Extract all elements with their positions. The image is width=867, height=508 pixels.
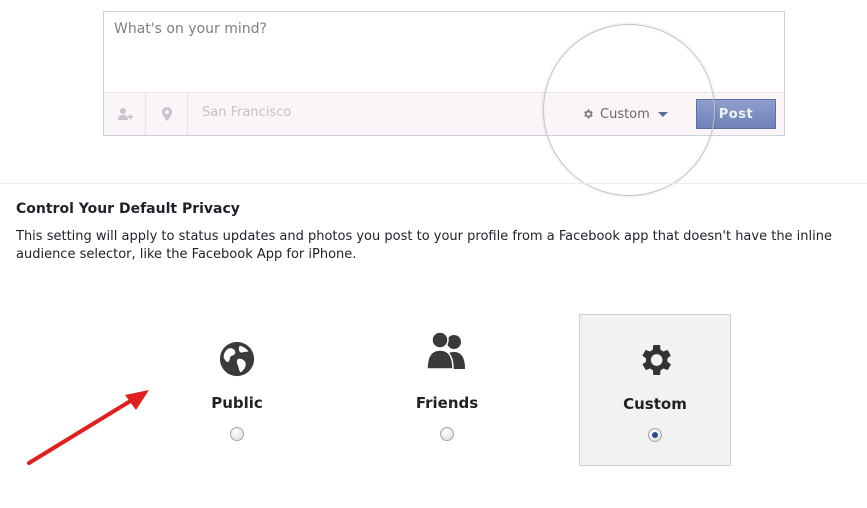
section-title: Control Your Default Privacy bbox=[16, 201, 240, 217]
privacy-option-label: Public bbox=[211, 394, 263, 412]
red-arrow-annotation bbox=[27, 390, 149, 465]
globe-icon bbox=[161, 338, 313, 380]
privacy-option-label: Friends bbox=[415, 394, 479, 412]
add-person-icon[interactable] bbox=[104, 93, 146, 135]
privacy-option-friends[interactable]: Friends bbox=[371, 314, 523, 466]
audience-label: Custom bbox=[600, 106, 650, 122]
audience-selector-button[interactable]: Custom bbox=[582, 103, 668, 125]
friends-icon bbox=[371, 330, 523, 372]
status-composer: What's on your mind? San Francisco Custo… bbox=[103, 11, 785, 136]
section-divider bbox=[0, 183, 867, 184]
privacy-option-custom[interactable]: Custom bbox=[579, 314, 731, 466]
section-description: This setting will apply to status update… bbox=[16, 229, 832, 262]
radio-public[interactable] bbox=[230, 427, 244, 441]
radio-custom[interactable] bbox=[648, 428, 662, 442]
radio-friends[interactable] bbox=[440, 427, 454, 441]
gear-icon bbox=[584, 109, 593, 119]
gear-icon bbox=[580, 339, 730, 381]
status-input[interactable]: What's on your mind? bbox=[114, 21, 267, 37]
privacy-option-label: Custom bbox=[623, 395, 687, 413]
post-button[interactable]: Post bbox=[696, 99, 776, 129]
chevron-down-icon bbox=[657, 111, 668, 117]
privacy-option-public[interactable]: Public bbox=[161, 314, 313, 466]
composer-toolbar: San Francisco Custom Post bbox=[104, 92, 784, 135]
location-pin-icon[interactable] bbox=[146, 93, 188, 135]
location-field[interactable]: San Francisco bbox=[202, 105, 291, 120]
